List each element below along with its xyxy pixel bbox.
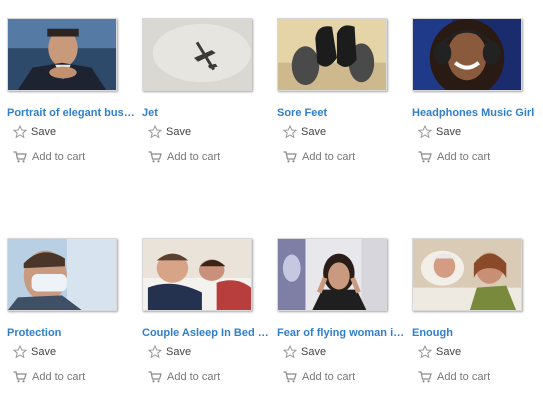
save-label: Save <box>301 126 327 138</box>
add-to-cart-label: Add to cart <box>302 371 356 383</box>
thumbnail-businessman-portrait[interactable] <box>7 18 117 91</box>
add-to-cart-button[interactable]: Add to cart <box>13 149 85 165</box>
add-to-cart-label: Add to cart <box>32 151 86 163</box>
add-to-cart-label: Add to cart <box>437 151 491 163</box>
star-icon <box>148 345 162 359</box>
save-label: Save <box>31 346 57 358</box>
shopping-cart-icon <box>418 151 432 163</box>
thumbnail-elderly-couple-pillow[interactable] <box>412 238 522 311</box>
save-button[interactable]: Save <box>283 344 326 360</box>
shopping-cart-icon <box>148 371 162 383</box>
shopping-cart-icon <box>283 151 297 163</box>
result-title-link[interactable]: Enough <box>412 327 543 339</box>
add-to-cart-button[interactable]: Add to cart <box>418 369 490 385</box>
star-icon <box>283 345 297 359</box>
save-label: Save <box>436 126 462 138</box>
save-button[interactable]: Save <box>283 124 326 140</box>
result-title-link[interactable]: Protection <box>7 327 139 339</box>
star-icon <box>148 125 162 139</box>
add-to-cart-button[interactable]: Add to cart <box>148 369 220 385</box>
shopping-cart-icon <box>13 151 27 163</box>
thumbnail-girl-headphones[interactable] <box>412 18 522 91</box>
shopping-cart-icon <box>148 151 162 163</box>
save-label: Save <box>166 346 192 358</box>
add-to-cart-button[interactable]: Add to cart <box>13 369 85 385</box>
add-to-cart-button[interactable]: Add to cart <box>283 369 355 385</box>
add-to-cart-label: Add to cart <box>437 371 491 383</box>
add-to-cart-label: Add to cart <box>32 371 86 383</box>
thumbnail-feet-with-shoes[interactable] <box>277 18 387 91</box>
save-button[interactable]: Save <box>148 344 191 360</box>
save-button[interactable]: Save <box>418 124 461 140</box>
add-to-cart-button[interactable]: Add to cart <box>418 149 490 165</box>
save-button[interactable]: Save <box>13 124 56 140</box>
image-results-grid: Portrait of elegant bus… Save Add to car… <box>0 0 543 411</box>
result-title-link[interactable]: Headphones Music Girl <box>412 107 543 119</box>
save-label: Save <box>31 126 57 138</box>
save-button[interactable]: Save <box>13 344 56 360</box>
result-title-link[interactable]: Fear of flying woman i… <box>277 327 409 339</box>
shopping-cart-icon <box>283 371 297 383</box>
save-label: Save <box>166 126 192 138</box>
result-title-link[interactable]: Jet <box>142 107 274 119</box>
save-label: Save <box>436 346 462 358</box>
shopping-cart-icon <box>418 371 432 383</box>
thumbnail-couple-in-bed[interactable] <box>142 238 252 311</box>
shopping-cart-icon <box>13 371 27 383</box>
thumbnail-woman-airplane-window[interactable] <box>277 238 387 311</box>
thumbnail-jet-in-sky[interactable] <box>142 18 252 91</box>
add-to-cart-label: Add to cart <box>167 151 221 163</box>
star-icon <box>418 125 432 139</box>
star-icon <box>283 125 297 139</box>
save-button[interactable]: Save <box>148 124 191 140</box>
add-to-cart-label: Add to cart <box>167 371 221 383</box>
thumbnail-man-face-mask[interactable] <box>7 238 117 311</box>
save-button[interactable]: Save <box>418 344 461 360</box>
save-label: Save <box>301 346 327 358</box>
result-title-link[interactable]: Sore Feet <box>277 107 409 119</box>
star-icon <box>13 345 27 359</box>
star-icon <box>418 345 432 359</box>
add-to-cart-label: Add to cart <box>302 151 356 163</box>
star-icon <box>13 125 27 139</box>
result-title-link[interactable]: Couple Asleep In Bed … <box>142 327 274 339</box>
add-to-cart-button[interactable]: Add to cart <box>148 149 220 165</box>
result-title-link[interactable]: Portrait of elegant bus… <box>7 107 139 119</box>
add-to-cart-button[interactable]: Add to cart <box>283 149 355 165</box>
